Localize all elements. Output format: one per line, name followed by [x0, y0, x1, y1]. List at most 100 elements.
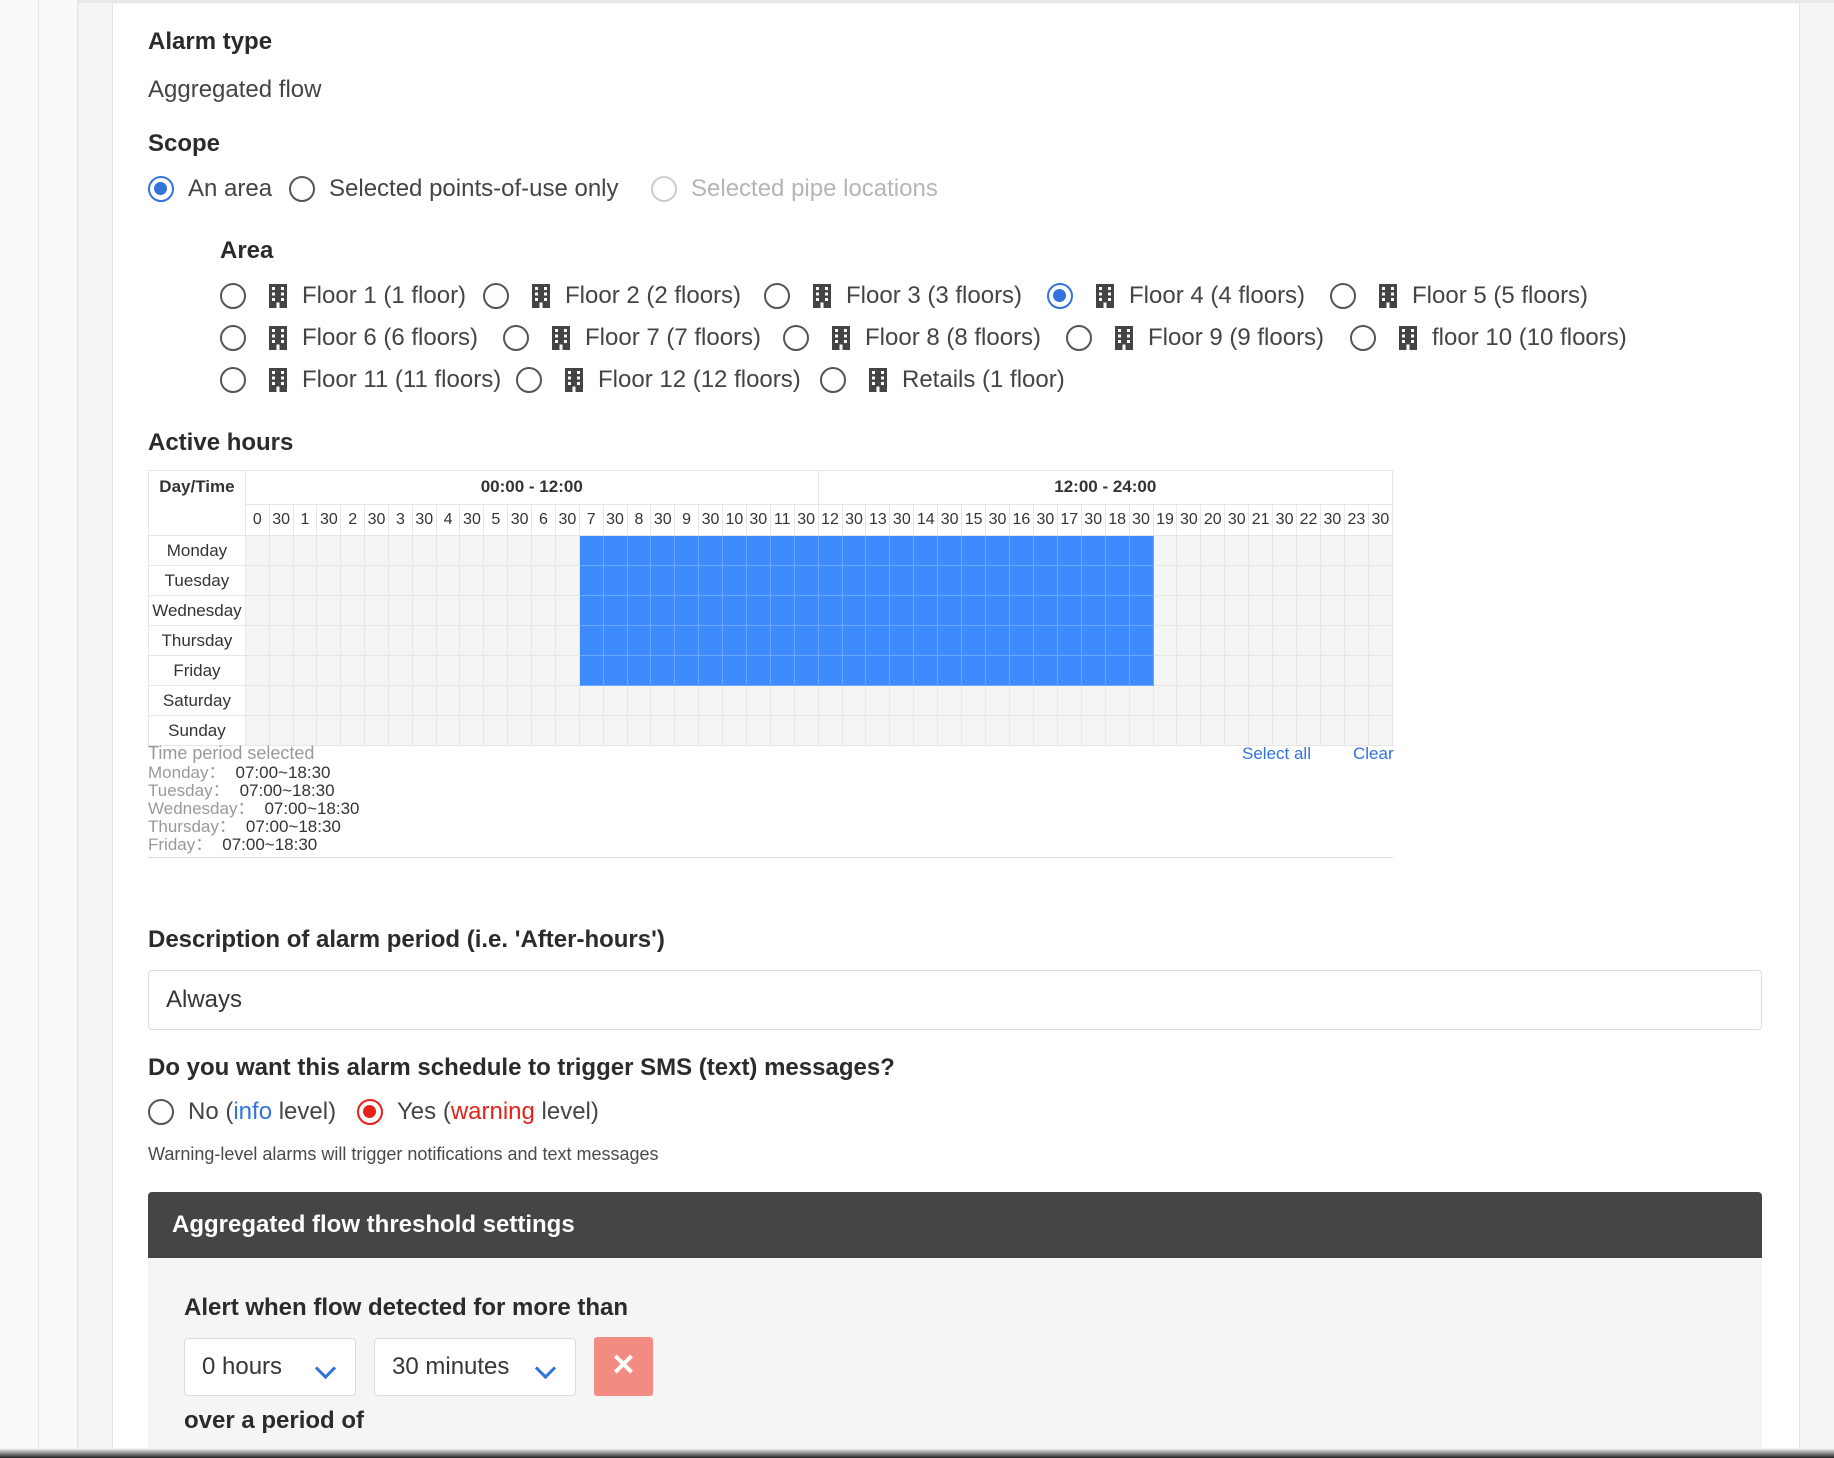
time-slot[interactable] — [1248, 715, 1274, 746]
time-slot[interactable] — [1343, 715, 1369, 746]
time-slot[interactable] — [292, 715, 318, 746]
time-slot[interactable] — [316, 655, 342, 686]
time-slot[interactable] — [698, 685, 723, 716]
time-slot[interactable] — [554, 715, 580, 746]
time-slot[interactable] — [1272, 685, 1298, 716]
time-slot[interactable] — [865, 715, 891, 746]
time-slot[interactable] — [483, 715, 509, 746]
time-slot-selected[interactable] — [698, 655, 723, 686]
time-slot[interactable] — [340, 595, 366, 626]
time-slot-selected[interactable] — [1104, 625, 1130, 656]
time-slot-selected[interactable] — [841, 595, 867, 626]
time-slot[interactable] — [1152, 655, 1178, 686]
time-slot-selected[interactable] — [937, 535, 963, 566]
time-slot[interactable] — [1152, 625, 1178, 656]
time-slot[interactable] — [1008, 715, 1034, 746]
time-slot[interactable] — [388, 685, 413, 716]
area-radio[interactable] — [220, 283, 246, 309]
area-radio[interactable] — [1330, 283, 1356, 309]
time-slot-selected[interactable] — [578, 565, 604, 596]
time-slot[interactable] — [435, 625, 461, 656]
time-slot-selected[interactable] — [1032, 595, 1058, 626]
time-slot[interactable] — [769, 685, 795, 716]
area-radio[interactable] — [820, 367, 846, 393]
time-slot[interactable] — [435, 715, 461, 746]
time-slot[interactable] — [1296, 655, 1321, 686]
remove-condition-button[interactable]: ✕ — [594, 1337, 653, 1396]
time-slot-selected[interactable] — [721, 535, 747, 566]
time-slot-selected[interactable] — [1032, 625, 1058, 656]
time-slot-selected[interactable] — [913, 565, 939, 596]
time-slot[interactable] — [483, 595, 509, 626]
time-slot-selected[interactable] — [817, 625, 843, 656]
time-slot[interactable] — [268, 625, 294, 656]
time-slot[interactable] — [435, 685, 461, 716]
time-slot-selected[interactable] — [937, 655, 963, 686]
time-slot[interactable] — [244, 655, 270, 686]
scope-option[interactable]: An area — [148, 175, 272, 203]
time-slot[interactable] — [1248, 595, 1274, 626]
area-option[interactable]: floor 10 (10 floors) — [1350, 324, 1627, 352]
time-slot[interactable] — [1056, 715, 1082, 746]
time-slot[interactable] — [1343, 685, 1369, 716]
clear-link[interactable]: Clear — [1353, 744, 1394, 764]
time-slot[interactable] — [268, 565, 294, 596]
time-slot[interactable] — [340, 565, 366, 596]
time-slot[interactable] — [1343, 535, 1369, 566]
area-option[interactable]: Floor 5 (5 floors) — [1330, 282, 1588, 310]
time-slot[interactable] — [292, 595, 318, 626]
time-slot[interactable] — [316, 565, 342, 596]
time-slot-selected[interactable] — [1008, 595, 1034, 626]
time-slot-selected[interactable] — [865, 655, 891, 686]
time-slot[interactable] — [388, 655, 413, 686]
time-slot[interactable] — [721, 715, 747, 746]
time-slot[interactable] — [1080, 715, 1106, 746]
time-slot[interactable] — [554, 595, 580, 626]
time-slot[interactable] — [1272, 535, 1298, 566]
time-slot[interactable] — [1200, 715, 1226, 746]
time-slot-selected[interactable] — [602, 535, 628, 566]
time-slot[interactable] — [340, 685, 366, 716]
time-slot[interactable] — [1128, 715, 1154, 746]
time-slot-selected[interactable] — [650, 565, 676, 596]
time-slot[interactable] — [411, 655, 437, 686]
time-slot-selected[interactable] — [841, 535, 867, 566]
time-slot[interactable] — [1296, 535, 1321, 566]
time-slot[interactable] — [1367, 625, 1394, 656]
select-all-link[interactable]: Select all — [1242, 744, 1311, 764]
area-option[interactable]: Floor 1 (1 floor) — [220, 282, 466, 310]
time-slot[interactable] — [531, 595, 556, 626]
time-slot-selected[interactable] — [937, 625, 963, 656]
time-slot-selected[interactable] — [674, 565, 699, 596]
time-slot-selected[interactable] — [985, 625, 1010, 656]
time-slot[interactable] — [1296, 565, 1321, 596]
time-slot[interactable] — [507, 655, 533, 686]
time-slot[interactable] — [1272, 565, 1298, 596]
time-slot-selected[interactable] — [841, 625, 867, 656]
time-slot-selected[interactable] — [1104, 655, 1130, 686]
time-slot[interactable] — [483, 625, 509, 656]
time-slot[interactable] — [244, 595, 270, 626]
time-slot[interactable] — [1296, 595, 1321, 626]
time-slot-selected[interactable] — [650, 655, 676, 686]
area-radio[interactable] — [783, 325, 809, 351]
time-slot-selected[interactable] — [769, 625, 795, 656]
time-slot-selected[interactable] — [1056, 595, 1082, 626]
time-slot-selected[interactable] — [698, 625, 723, 656]
time-slot[interactable] — [1032, 715, 1058, 746]
time-slot[interactable] — [388, 535, 413, 566]
time-slot-selected[interactable] — [1128, 655, 1154, 686]
time-slot-selected[interactable] — [602, 565, 628, 596]
time-slot[interactable] — [961, 685, 987, 716]
time-slot[interactable] — [769, 715, 795, 746]
time-slot-selected[interactable] — [626, 625, 652, 656]
time-slot[interactable] — [1224, 685, 1250, 716]
time-slot[interactable] — [1367, 565, 1394, 596]
scope-radio[interactable] — [148, 176, 174, 202]
time-slot[interactable] — [364, 535, 389, 566]
time-slot[interactable] — [483, 535, 509, 566]
scope-option[interactable]: Selected points-of-use only — [289, 175, 619, 203]
time-slot[interactable] — [1367, 655, 1394, 686]
time-slot[interactable] — [1152, 595, 1178, 626]
time-slot[interactable] — [268, 535, 294, 566]
